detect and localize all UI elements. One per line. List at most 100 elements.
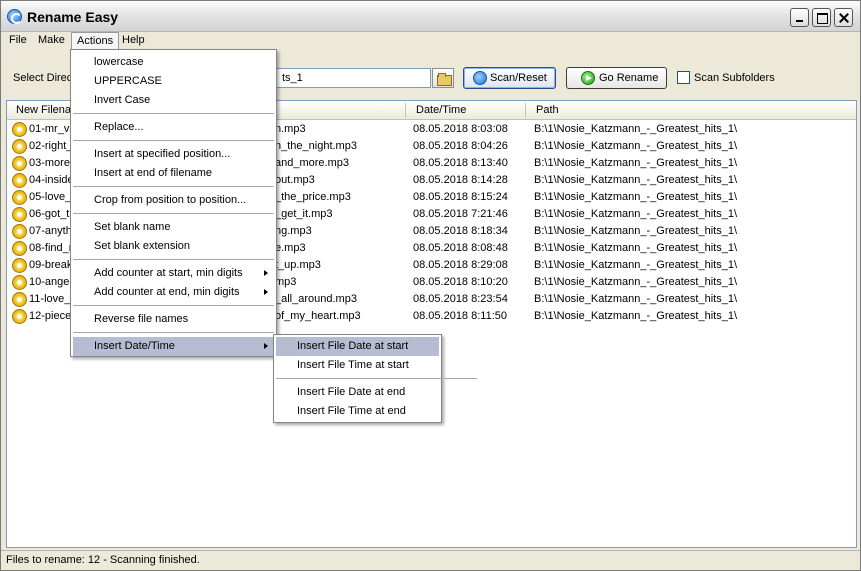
audio-file-icon [12,241,27,256]
menu-item-counter-start[interactable]: Add counter at start, min digits [73,264,274,283]
path-cell: B:\1\Nosie_Katzmann_-_Greatest_hits_1\ [534,310,738,322]
submenu-item-time-start[interactable]: Insert File Time at start [276,356,439,375]
audio-file-icon [12,122,27,137]
date-time-cell: 08.05.2018 8:15:24 [413,191,508,203]
menu-item-set-blank-extension[interactable]: Set blank extension [73,237,274,256]
menu-item-reverse-names[interactable]: Reverse file names [73,310,274,329]
path-cell: B:\1\Nosie_Katzmann_-_Greatest_hits_1\ [534,276,738,288]
scan-subfolders-checkbox[interactable] [677,71,690,84]
old-filename-cell: and_more.mp3 [275,157,349,169]
date-time-cell: 08.05.2018 8:10:20 [413,276,508,288]
new-filename-cell: 06-got_t [29,208,70,220]
close-button[interactable] [834,8,853,27]
new-filename-cell: 12-piece [29,310,72,322]
audio-file-icon [12,173,27,188]
submenu-item-time-end[interactable]: Insert File Time at end [276,402,439,421]
new-filename-cell: 02-right_ [29,140,73,152]
old-filename-cell: _the_price.mp3 [275,191,351,203]
old-filename-cell: ng.mp3 [275,225,312,237]
old-filename-cell: _all_around.mp3 [275,293,357,305]
menu-separator [276,378,477,379]
menu-separator [73,140,274,141]
menu-separator [73,332,274,333]
menu-item-label: Add counter at start, min digits [94,267,243,279]
menu-make[interactable]: Make [38,34,65,46]
menu-bar: File Make Actions Help [1,32,860,50]
old-filename-cell: e.mp3 [275,242,306,254]
menu-item-insert-at-end[interactable]: Insert at end of filename [73,164,274,183]
path-cell: B:\1\Nosie_Katzmann_-_Greatest_hits_1\ [534,259,738,271]
date-time-cell: 08.05.2018 8:18:34 [413,225,508,237]
menu-item-insert-date-time[interactable]: Insert Date/Time [73,337,274,356]
date-time-cell: 08.05.2018 8:03:08 [413,123,508,135]
column-divider[interactable] [525,103,526,118]
scan-reset-button[interactable]: Scan/Reset [463,67,556,89]
new-filename-cell: 09-break [29,259,73,271]
new-filename-cell: 04-inside [29,174,74,186]
browse-folder-icon[interactable] [432,68,454,88]
scan-reset-label: Scan/Reset [490,72,547,84]
date-time-cell: 08.05.2018 8:13:40 [413,157,508,169]
date-time-cell: 08.05.2018 8:11:50 [413,310,507,322]
menu-item-replace[interactable]: Replace... [73,118,274,137]
menu-item-invert-case[interactable]: Invert Case [73,91,274,110]
column-new-filename[interactable]: New Filena [16,104,71,116]
go-rename-button[interactable]: Go Rename [566,67,667,89]
path-cell: B:\1\Nosie_Katzmann_-_Greatest_hits_1\ [534,174,738,186]
old-filename-cell: _get_it.mp3 [275,208,333,220]
menu-item-insert-at-position[interactable]: Insert at specified position... [73,145,274,164]
menu-item-lowercase[interactable]: lowercase [73,53,274,72]
submenu-item-date-start[interactable]: Insert File Date at start [276,337,439,356]
path-cell: B:\1\Nosie_Katzmann_-_Greatest_hits_1\ [534,293,738,305]
audio-file-icon [12,156,27,171]
column-divider[interactable] [405,103,406,118]
menu-item-label: Insert Date/Time [94,340,175,352]
submenu-arrow-icon [264,343,268,349]
old-filename-cell: t_up.mp3 [275,259,321,271]
maximize-button[interactable] [812,8,831,27]
date-time-cell: 08.05.2018 8:08:48 [413,242,508,254]
select-directory-label: Select Direc [13,72,73,84]
path-cell: B:\1\Nosie_Katzmann_-_Greatest_hits_1\ [534,140,738,152]
audio-file-icon [12,139,27,154]
menu-item-set-blank-name[interactable]: Set blank name [73,218,274,237]
audio-file-icon [12,224,27,239]
audio-file-icon [12,275,27,290]
refresh-icon [473,71,487,85]
old-filename-cell: out.mp3 [275,174,315,186]
submenu-arrow-icon [264,270,268,276]
menu-actions[interactable]: Actions [71,32,120,50]
new-filename-cell: 07-anyth [29,225,72,237]
path-cell: B:\1\Nosie_Katzmann_-_Greatest_hits_1\ [534,123,738,135]
status-bar: Files to rename: 12 - Scanning finished. [1,550,860,570]
menu-item-counter-end[interactable]: Add counter at end, min digits [73,283,274,302]
submenu-arrow-icon [264,289,268,295]
audio-file-icon [12,258,27,273]
menu-item-uppercase[interactable]: UPPERCASE [73,72,274,91]
submenu-item-date-end[interactable]: Insert File Date at end [276,383,439,402]
menu-separator [73,259,274,260]
date-time-cell: 08.05.2018 8:04:26 [413,140,508,152]
menu-separator [73,186,274,187]
date-time-cell: 08.05.2018 7:21:46 [413,208,508,220]
menu-item-crop[interactable]: Crop from position to position... [73,191,274,210]
menu-file[interactable]: File [9,34,27,46]
column-date-time[interactable]: Date/Time [416,104,466,116]
menu-item-label: Add counter at end, min digits [94,286,240,298]
go-arrow-icon [581,71,595,85]
audio-file-icon [12,207,27,222]
new-filename-cell: 08-find_r [29,242,73,254]
window-title: Rename Easy [27,9,119,25]
column-path[interactable]: Path [536,104,559,116]
minimize-button[interactable] [790,8,809,27]
menu-separator [73,213,274,214]
menu-help[interactable]: Help [122,34,145,46]
date-time-cell: 08.05.2018 8:29:08 [413,259,508,271]
old-filename-cell: n.mp3 [275,123,306,135]
date-time-cell: 08.05.2018 8:14:28 [413,174,508,186]
path-cell: B:\1\Nosie_Katzmann_-_Greatest_hits_1\ [534,191,738,203]
menu-separator [73,113,274,114]
audio-file-icon [12,190,27,205]
scan-subfolders-label[interactable]: Scan Subfolders [694,72,775,84]
title-bar[interactable]: Rename Easy [1,1,860,32]
